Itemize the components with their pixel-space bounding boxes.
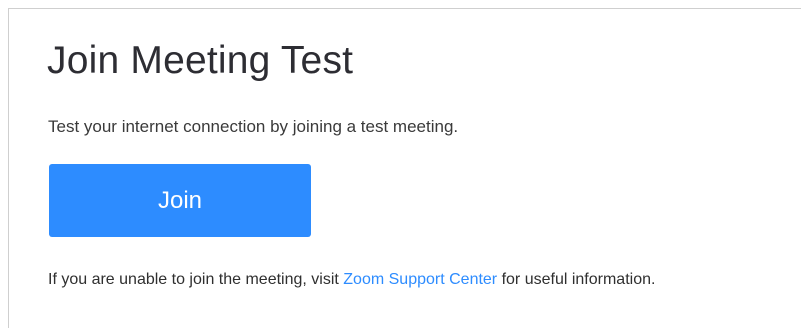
page-title: Join Meeting Test xyxy=(47,39,354,82)
footer-prefix: If you are unable to join the meeting, v… xyxy=(48,271,344,288)
join-test-card: Join Meeting Test Test your internet con… xyxy=(8,8,801,328)
zoom-support-center-link[interactable]: Zoom Support Center xyxy=(343,271,497,288)
page-subtitle: Test your internet connection by joining… xyxy=(48,117,459,136)
support-footer-text: If you are unable to join the meeting, v… xyxy=(48,271,655,289)
footer-suffix: for useful information. xyxy=(497,271,656,288)
join-button[interactable]: Join xyxy=(49,164,311,237)
